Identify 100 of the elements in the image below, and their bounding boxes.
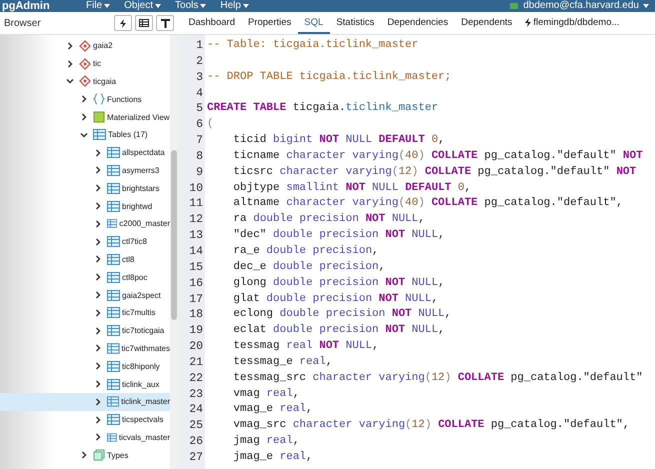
table-icon (107, 236, 120, 248)
line-number: 11 (188, 196, 204, 212)
panel-title: Browser (4, 18, 42, 28)
tab[interactable]: Statistics (330, 12, 381, 34)
query-tool-button[interactable] (114, 15, 132, 31)
view-data-button[interactable] (135, 15, 153, 31)
tree-item[interactable]: Functions (0, 90, 170, 108)
line-number: 9 (195, 164, 204, 181)
line-number: 4 (195, 86, 204, 102)
chevron-right-icon[interactable] (94, 202, 102, 210)
tab[interactable]: Dependencies (380, 12, 455, 34)
tab[interactable]: SQL (298, 12, 330, 34)
tree-item[interactable]: ticvals_master (0, 428, 170, 446)
tree-item[interactable]: ctl8 (0, 250, 170, 268)
line-number: 2 (195, 54, 204, 70)
chevron-right-icon[interactable] (94, 380, 102, 388)
line-number: 10 (188, 180, 204, 196)
caret-icon (242, 4, 249, 8)
tree-item[interactable]: allspectdata (0, 144, 170, 162)
code-line: -- Table: ticgaia.ticlink_master (207, 39, 418, 51)
chevron-right-icon[interactable] (94, 416, 102, 424)
chevron-right-icon[interactable] (94, 220, 102, 228)
code-line: dec_e double precision, (232, 260, 386, 273)
tree-item[interactable]: ticlink_master (0, 392, 170, 411)
chevron-right-icon[interactable] (94, 308, 102, 317)
line-number: 14 (188, 244, 204, 260)
tree-item[interactable]: brightwd (0, 197, 170, 215)
tree-item[interactable]: ticgaia (0, 72, 170, 90)
line-number: 23 (188, 386, 204, 402)
chevron-right-icon[interactable] (80, 113, 88, 122)
line-number: 5 (195, 101, 204, 118)
chevron-down-icon[interactable] (80, 130, 88, 139)
chevron-right-icon[interactable] (94, 398, 102, 406)
types-icon (93, 449, 105, 462)
lightning-icon (525, 18, 532, 26)
chevron-down-icon[interactable] (66, 77, 74, 86)
chevron-right-icon[interactable] (66, 60, 74, 68)
chevron-right-icon[interactable] (94, 433, 102, 442)
table-icon (107, 342, 120, 354)
chevron-right-icon[interactable] (94, 273, 102, 282)
line-number: 8 (195, 148, 204, 165)
chevron-right-icon[interactable] (94, 362, 102, 370)
caret-icon (104, 4, 110, 8)
tree-item[interactable]: gaia2 (0, 37, 170, 55)
tab[interactable]: Properties (241, 12, 298, 34)
chevron-right-icon[interactable] (94, 255, 102, 264)
tree-item[interactable]: Types (0, 446, 170, 464)
table-icon (107, 325, 120, 336)
menu-item[interactable]: Help (220, 0, 249, 12)
line-number: 6 (195, 117, 204, 134)
tree-item[interactable]: tic7withmates (0, 340, 170, 358)
chevron-right-icon[interactable] (66, 42, 74, 50)
scrollbar[interactable] (170, 35, 178, 469)
chevron-right-icon[interactable] (80, 451, 88, 460)
user-menu[interactable]: dbdemo@cfa.harvard.edu (509, 0, 649, 12)
tree-item[interactable]: Tables (17) (0, 126, 170, 144)
tab[interactable]: Dependents (454, 12, 519, 34)
menu-item[interactable]: File (86, 0, 110, 12)
tree-item[interactable]: tic (0, 54, 170, 73)
chevron-right-icon[interactable] (80, 95, 88, 104)
chevron-right-icon[interactable] (94, 238, 102, 246)
line-number: 20 (188, 339, 204, 355)
chevron-right-icon[interactable] (94, 166, 102, 174)
tree-item[interactable]: asymerrs3 (0, 162, 170, 180)
chevron-right-icon[interactable] (94, 344, 102, 352)
tree-item[interactable]: Materialized View (0, 108, 170, 126)
menu-item[interactable]: Tools (175, 0, 206, 12)
tree-item[interactable]: ctl8poc (0, 268, 170, 286)
filter-button[interactable] (156, 15, 174, 31)
line-number: 13 (188, 228, 204, 244)
code-line: vmag_e real, (232, 403, 313, 416)
tree-item[interactable]: ticlink_aux (0, 375, 170, 393)
tree-item[interactable]: ctl7tic8 (0, 232, 170, 251)
chevron-right-icon[interactable] (94, 148, 102, 157)
table-icon (107, 254, 120, 265)
tree-item[interactable]: brightstars (0, 179, 170, 198)
code-line: tessmag_e real, (232, 356, 332, 368)
line-number: 16 (188, 276, 204, 292)
tab[interactable]: flemingdb/dbdemo... (518, 12, 626, 34)
tree-item[interactable]: gaia2spect (0, 286, 170, 304)
tab[interactable]: Dashboard (182, 12, 242, 34)
table-icon (107, 147, 120, 158)
tree-item[interactable]: c2000_master (0, 214, 170, 233)
tree-item[interactable]: tic7multis (0, 304, 170, 322)
chevron-right-icon[interactable] (94, 291, 102, 300)
tree-item[interactable]: tic7toticgaia (0, 322, 170, 340)
menu-item[interactable]: Object (124, 0, 162, 12)
code-line: -- DROP TABLE ticgaia.ticlink_master; (207, 70, 452, 83)
line-number: 19 (188, 323, 204, 340)
chevron-right-icon[interactable] (94, 326, 102, 335)
table-icon (107, 396, 120, 408)
code-line: ticid bigint NOT NULL DEFAULT 0, (232, 134, 445, 146)
table-icon (107, 432, 117, 443)
line-number: 27 (188, 450, 204, 466)
line-number: 25 (188, 418, 204, 434)
tree-item[interactable]: ticspectvals (0, 410, 170, 429)
caret-icon (643, 4, 649, 8)
table-icon (93, 129, 106, 140)
chevron-right-icon[interactable] (94, 184, 102, 192)
tree-item[interactable]: tic8hiponly (0, 357, 170, 376)
